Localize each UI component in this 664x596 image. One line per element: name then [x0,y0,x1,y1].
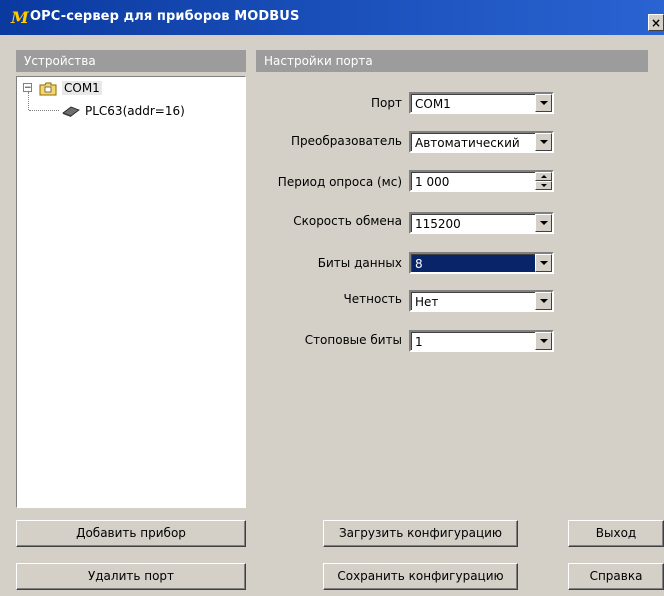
exit-button[interactable]: Выход [568,520,664,547]
device-tree[interactable]: − COM1 PLC63(addr=16) [16,76,246,508]
converter-select[interactable]: Автоматический [409,131,554,153]
chevron-down-icon[interactable] [535,332,552,350]
data-bits-value: 8 [415,257,423,271]
tree-node-plc63[interactable]: PLC63(addr=16) [85,104,185,118]
port-select[interactable]: COM1 [409,92,554,114]
tree-connector [28,92,29,110]
close-button[interactable]: × [648,14,664,31]
load-config-button[interactable]: Загрузить конфигурацию [323,520,518,547]
devices-panel-header: Устройства [16,50,246,72]
parity-value: Нет [415,295,439,309]
stop-bits-label: Стоповые биты [304,333,402,347]
settings-panel-header: Настройки порта [256,50,648,72]
port-value: COM1 [415,97,451,111]
chevron-down-icon[interactable] [535,94,552,112]
window-title: OPC-сервер для приборов MODBUS [30,9,300,24]
spin-down-icon[interactable] [535,181,552,190]
converter-label: Преобразователь [291,134,402,148]
poll-period-spinner[interactable] [535,172,552,190]
converter-value: Автоматический [415,136,520,150]
device-icon [62,106,80,117]
chevron-down-icon[interactable] [535,133,552,151]
data-bits-select[interactable]: 8 [409,252,554,274]
chevron-down-icon[interactable] [535,214,552,232]
data-bits-label: Биты данных [317,256,402,270]
delete-port-button[interactable]: Удалить порт [16,563,246,590]
chevron-down-icon[interactable] [535,254,552,272]
poll-period-input[interactable]: 1 000 [409,170,554,192]
add-device-button[interactable]: Добавить прибор [16,520,246,547]
spin-up-icon[interactable] [535,172,552,181]
baud-rate-value: 115200 [415,217,461,231]
tree-node-com1[interactable]: COM1 [62,81,102,95]
parity-label: Четность [343,292,402,306]
chevron-down-icon[interactable] [535,292,552,310]
title-bar[interactable]: M OPC-сервер для приборов MODBUS [0,0,664,35]
baud-rate-label: Скорость обмена [293,214,402,228]
modbus-logo-icon: M [11,8,29,27]
save-config-button[interactable]: Сохранить конфигурацию [323,563,518,590]
poll-period-label: Период опроса (мс) [277,175,402,189]
help-button[interactable]: Справка [568,563,664,590]
port-label: Порт [371,96,402,110]
main-window: M OPC-сервер для приборов MODBUS × Устро… [0,0,664,596]
folder-icon [39,82,57,96]
tree-connector [29,110,59,111]
poll-period-value: 1 000 [415,175,450,189]
baud-rate-select[interactable]: 115200 [409,212,554,234]
parity-select[interactable]: Нет [409,290,554,312]
stop-bits-select[interactable]: 1 [409,330,554,352]
tree-collapse-toggle[interactable]: − [23,83,32,93]
stop-bits-value: 1 [415,335,423,349]
